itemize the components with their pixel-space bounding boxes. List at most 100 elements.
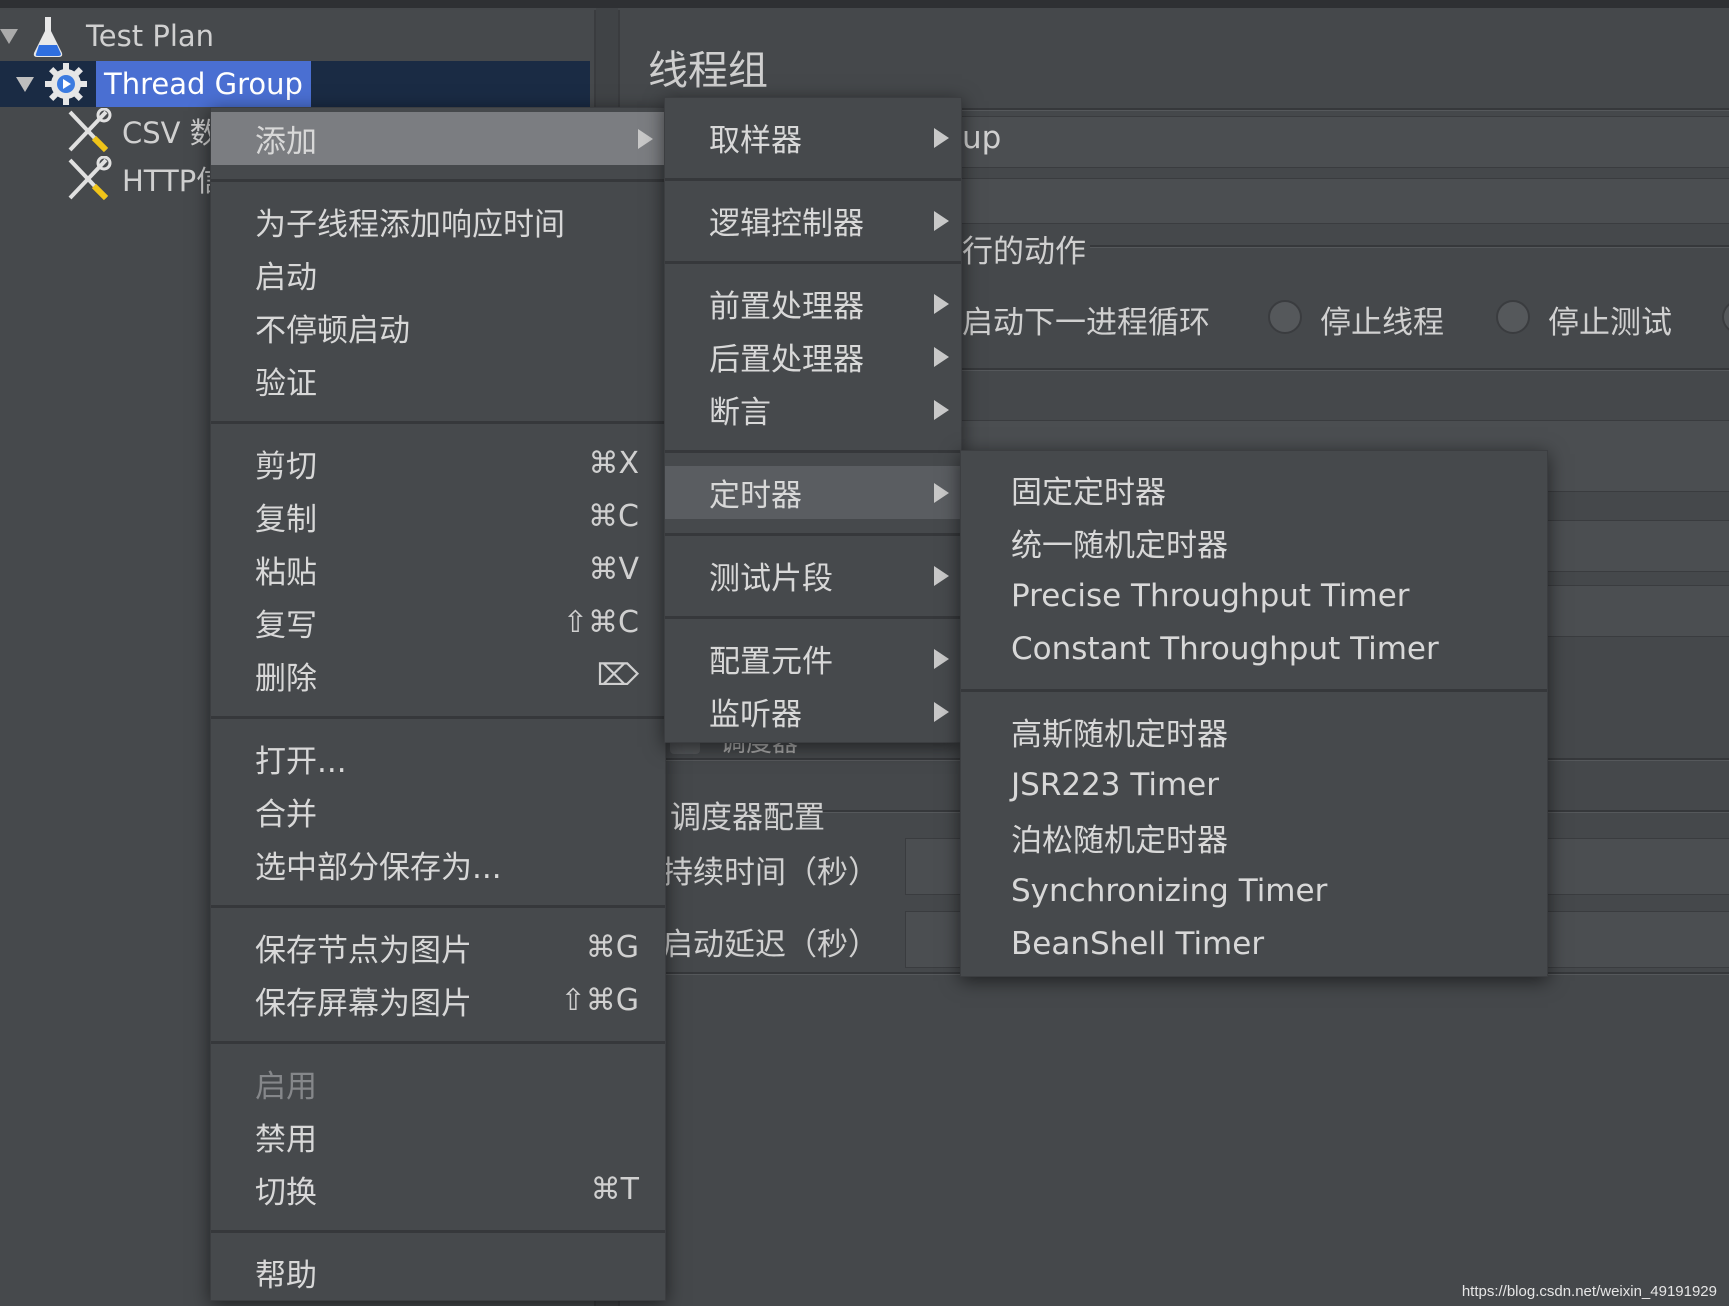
menu-separator: [665, 436, 961, 466]
menu-item-label: 验证: [255, 366, 317, 402]
submenu-arrow-icon: [934, 127, 949, 148]
context-menu: 添加为子线程添加响应时间 启动不停顿启动验证剪切 ⌘X 复制 ⌘C 粘贴 ⌘V 复写 ⇧⌘C 删除…: [210, 107, 666, 1301]
menu-separator: [211, 891, 665, 921]
menu-item[interactable]: 前置处理器: [665, 277, 961, 330]
menu-item[interactable]: 高斯随机定时器: [961, 705, 1547, 758]
menu-separator: [211, 1216, 665, 1246]
menu-item-label: 复制: [255, 502, 317, 538]
add-submenu: 取样器逻辑控制器前置处理器后置处理器断言定时器测试片段配置元件监听器: [664, 97, 962, 743]
menu-item-label: 启动: [255, 260, 317, 296]
menu-item[interactable]: 剪切 ⌘X: [211, 437, 665, 490]
menu-item[interactable]: 定时器: [665, 466, 961, 519]
startup-delay-label: 启动延迟（秒）: [662, 927, 879, 963]
menu-item[interactable]: 保存屏幕为图片 ⇧⌘G: [211, 974, 665, 1027]
menu-item[interactable]: 不停顿启动: [211, 301, 665, 354]
menu-item[interactable]: 禁用: [211, 1110, 665, 1163]
menu-separator: [665, 519, 961, 549]
menu-item-label: 泊松随机定时器: [1011, 823, 1228, 859]
radio-stop-test[interactable]: [1496, 300, 1530, 334]
menu-item-beanshell-timer[interactable]: BeanShell Timer: [961, 917, 1547, 970]
menu-item[interactable]: 复写 ⇧⌘C: [211, 596, 665, 649]
menu-item[interactable]: 逻辑控制器: [665, 194, 961, 247]
radio-label-stop-thread: 停止线程: [1320, 305, 1444, 341]
menu-item[interactable]: 测试片段: [665, 549, 961, 602]
menu-item[interactable]: 后置处理器: [665, 330, 961, 383]
menu-item-label: 逻辑控制器: [709, 206, 864, 242]
menu-item[interactable]: 添加: [211, 112, 665, 165]
menu-item-label: 禁用: [255, 1122, 317, 1158]
submenu-arrow-icon: [638, 128, 653, 149]
menu-item-jsr223-timer[interactable]: JSR223 Timer: [961, 758, 1547, 811]
shortcut-label: ⌘G: [585, 930, 639, 965]
menu-separator: [211, 165, 665, 195]
menu-item[interactable]: 启动: [211, 248, 665, 301]
menu-item[interactable]: 选中部分保存为...: [211, 838, 665, 891]
scheduler-legend: 调度器配置: [670, 800, 825, 836]
menu-item[interactable]: 复制 ⌘C: [211, 490, 665, 543]
timer-submenu: 固定定时器统一随机定时器 Precise Throughput Timer Cons…: [960, 450, 1548, 977]
submenu-arrow-icon: [934, 293, 949, 314]
shortcut-label: ⌘T: [590, 1172, 639, 1207]
menu-item-label: 断言: [709, 395, 771, 431]
radio-stop-thread[interactable]: [1268, 300, 1302, 334]
menu-item-label: 合并: [255, 797, 317, 833]
expand-triangle-icon[interactable]: [0, 28, 18, 44]
menu-item[interactable]: 配置元件: [665, 632, 961, 685]
menu-item-label: 取样器: [709, 123, 802, 159]
menu-item-label: 剪切: [255, 449, 317, 485]
expand-triangle-icon[interactable]: [16, 76, 34, 92]
menu-item-label: 粘贴: [255, 555, 317, 591]
shortcut-label: ⌘X: [588, 446, 639, 481]
menu-item-label: 配置元件: [709, 644, 833, 680]
menu-item[interactable]: 保存节点为图片 ⌘G: [211, 921, 665, 974]
flask-icon: [33, 17, 63, 57]
submenu-arrow-icon: [934, 482, 949, 503]
menu-item-constant-throughput-timer[interactable]: Constant Throughput Timer: [961, 622, 1547, 675]
menu-item[interactable]: 合并: [211, 785, 665, 838]
menu-item-label: Synchronizing Timer: [1011, 872, 1328, 909]
menu-item-label: 不停顿启动: [255, 313, 410, 349]
menu-item[interactable]: 断言: [665, 383, 961, 436]
name-field-value: up: [962, 120, 1002, 156]
menu-item[interactable]: 泊松随机定时器: [961, 811, 1547, 864]
duration-label: 持续时间（秒）: [662, 855, 879, 891]
menu-item-label: BeanShell Timer: [1011, 925, 1265, 962]
shortcut-label: ⇧⌘G: [560, 983, 639, 1018]
error-action-legend: 行的动作: [962, 234, 1086, 270]
menu-item-synchronizing-timer[interactable]: Synchronizing Timer: [961, 864, 1547, 917]
page-title: 线程组: [648, 48, 768, 94]
menu-item-label: 监听器: [709, 697, 802, 733]
menu-separator: [665, 247, 961, 277]
menu-item-label: Precise Throughput Timer: [1011, 577, 1410, 614]
menu-item[interactable]: 删除 ⌦: [211, 649, 665, 702]
submenu-arrow-icon: [934, 565, 949, 586]
menu-item: 启用: [211, 1057, 665, 1110]
tree-item-label: Test Plan: [86, 19, 215, 53]
menu-item[interactable]: 为子线程添加响应时间: [211, 195, 665, 248]
menu-separator: [961, 675, 1547, 705]
menu-item[interactable]: 验证: [211, 354, 665, 407]
menu-item[interactable]: 取样器: [665, 111, 961, 164]
menu-item-label: 保存节点为图片: [255, 933, 472, 969]
submenu-arrow-icon: [934, 399, 949, 420]
menu-item-label: 切换: [255, 1175, 317, 1211]
menu-item[interactable]: 帮助: [211, 1246, 665, 1299]
tree-item-thread-group[interactable]: Thread Group: [0, 61, 590, 107]
menu-item-label: Constant Throughput Timer: [1011, 630, 1439, 667]
tree-item-test-plan[interactable]: Test Plan: [0, 13, 214, 59]
menu-item[interactable]: 打开...: [211, 732, 665, 785]
menu-item-label: 统一随机定时器: [1011, 528, 1228, 564]
menu-separator: [211, 702, 665, 732]
menu-item[interactable]: 粘贴 ⌘V: [211, 543, 665, 596]
window-top-border: [0, 0, 1729, 8]
menu-item[interactable]: 切换 ⌘T: [211, 1163, 665, 1216]
menu-item[interactable]: 固定定时器: [961, 463, 1547, 516]
menu-item-label: 启用: [255, 1069, 317, 1105]
menu-item-label: 前置处理器: [709, 289, 864, 325]
tree-item-label: Thread Group: [96, 61, 311, 107]
menu-item[interactable]: 监听器: [665, 685, 961, 738]
menu-item-label: 为子线程添加响应时间: [255, 207, 565, 243]
shortcut-label: ⌘C: [588, 499, 639, 534]
menu-item[interactable]: 统一随机定时器: [961, 516, 1547, 569]
menu-item-precise-throughput-timer[interactable]: Precise Throughput Timer: [961, 569, 1547, 622]
